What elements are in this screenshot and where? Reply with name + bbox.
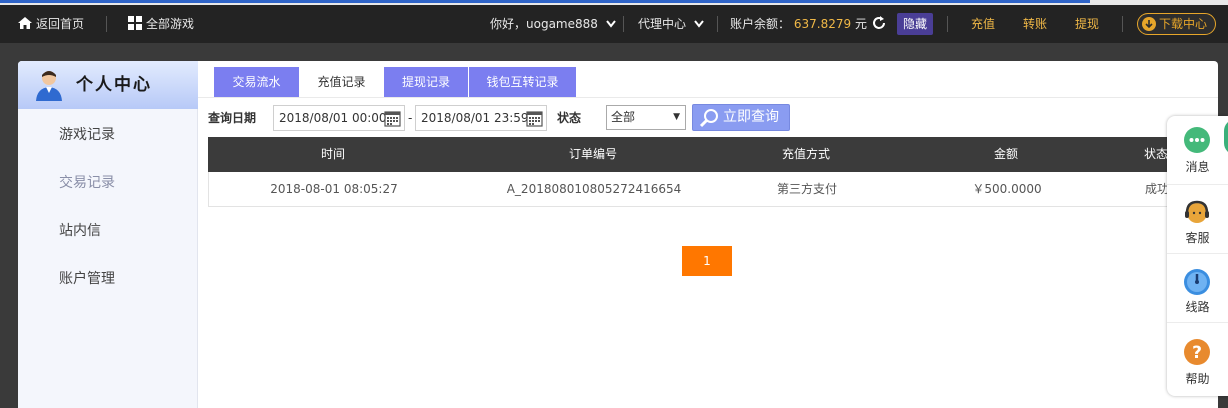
tab-wallet-transfer-records[interactable]: 钱包互转记录 <box>469 67 576 97</box>
route-icon <box>1184 269 1210 295</box>
status-select-value: 全部 <box>611 110 636 124</box>
download-label: 下载中心 <box>1159 17 1208 31</box>
date-filter-label: 查询日期 <box>208 111 257 125</box>
user-avatar-icon <box>36 71 62 101</box>
refresh-balance-button[interactable] <box>871 5 887 43</box>
dropdown-arrow-icon: ▼ <box>673 112 680 122</box>
float-item-messages[interactable]: 消息 <box>1167 116 1228 184</box>
balance-value: 637.8279 <box>793 17 852 31</box>
column-header-time: 时间 <box>320 147 345 161</box>
calendar-icon[interactable] <box>384 110 401 127</box>
message-icon <box>1184 127 1210 153</box>
sidebar-item-inbox[interactable]: 站内信 <box>59 220 101 240</box>
end-date-value: 2018/08/01 23:59 <box>421 111 529 125</box>
customer-service-icon <box>1185 200 1209 223</box>
cell-amount: ￥500.0000 <box>972 182 1042 196</box>
header-divider <box>717 16 718 32</box>
table-row: 2018-08-01 08:05:27 A_201808010805272416… <box>208 172 1218 207</box>
float-label-customer-service: 客服 <box>1185 231 1210 245</box>
status-select[interactable]: 全部 ▼ <box>606 105 686 130</box>
float-item-help[interactable]: ? 帮助 <box>1167 323 1228 396</box>
query-button[interactable]: 立即查询 <box>692 104 790 131</box>
balance-unit: 元 <box>854 17 867 31</box>
all-games-link[interactable]: 全部游戏 <box>128 5 194 43</box>
tab-recharge-records[interactable]: 充值记录 <box>299 67 384 97</box>
sidebar-item-account-management[interactable]: 账户管理 <box>59 268 115 288</box>
header-divider <box>106 16 107 32</box>
float-item-route[interactable]: 线路 <box>1167 254 1228 322</box>
help-icon: ? <box>1184 339 1210 365</box>
all-games-label: 全部游戏 <box>146 17 195 31</box>
column-header-amount: 金额 <box>993 147 1018 161</box>
status-filter-label: 状态 <box>557 111 582 125</box>
download-icon <box>1142 17 1156 31</box>
browser-selection-bar <box>0 0 1090 3</box>
agent-center-label: 代理中心 <box>638 17 687 31</box>
right-float-toolbar: 消息 客服 线路 ? 帮助 <box>1167 116 1228 396</box>
sidebar-header: 个人中心 <box>18 61 198 109</box>
chevron-down-icon <box>694 20 704 28</box>
user-menu[interactable]: 你好，uogame888 <box>490 5 616 43</box>
download-center-button[interactable]: 下载中心 <box>1137 13 1217 35</box>
float-label-help: 帮助 <box>1185 372 1210 386</box>
search-icon <box>699 109 718 128</box>
refresh-icon <box>873 16 885 29</box>
home-link[interactable]: 返回首页 <box>18 5 84 43</box>
float-item-customer-service[interactable]: 客服 <box>1167 185 1228 253</box>
cell-recharge-method: 第三方支付 <box>776 182 837 196</box>
header-divider <box>1122 16 1123 32</box>
sidebar: 个人中心 游戏记录 交易记录 站内信 账户管理 <box>18 61 198 408</box>
tab-withdraw-records[interactable]: 提现记录 <box>384 67 468 97</box>
tab-divider <box>198 97 1218 98</box>
column-header-order-number: 订单编号 <box>568 147 617 161</box>
start-date-value: 2018/08/01 00:00 <box>279 111 387 125</box>
header-divider <box>623 16 624 32</box>
tab-transaction-flow[interactable]: 交易流水 <box>214 67 299 97</box>
balance-label: 账户余额： <box>730 17 791 31</box>
grid-icon <box>128 16 142 30</box>
table-header: 时间 订单编号 充值方式 金额 状态 <box>208 137 1218 172</box>
home-label: 返回首页 <box>36 17 85 31</box>
svg-text:?: ? <box>1192 343 1202 363</box>
sidebar-item-game-records[interactable]: 游戏记录 <box>59 124 115 144</box>
float-label-route: 线路 <box>1185 300 1210 314</box>
end-date-input[interactable]: 2018/08/01 23:59 <box>415 105 547 131</box>
top-header: 返回首页 全部游戏 你好，uogame888 代理中心 账户余额： 637.82… <box>0 5 1228 43</box>
sidebar-title: 个人中心 <box>76 75 152 95</box>
header-divider <box>947 16 948 32</box>
cell-time: 2018-08-01 08:05:27 <box>270 182 398 196</box>
hide-balance-button[interactable]: 隐藏 <box>897 13 934 35</box>
calendar-icon[interactable] <box>526 110 543 127</box>
cell-order-number: A_201808010805272416654 <box>506 182 682 196</box>
agent-center-menu[interactable]: 代理中心 <box>638 5 704 43</box>
float-label-messages: 消息 <box>1185 160 1210 174</box>
sidebar-item-transaction-records[interactable]: 交易记录 <box>59 172 115 192</box>
recharge-link[interactable]: 充值 <box>971 5 995 43</box>
column-header-recharge-method: 充值方式 <box>781 147 830 161</box>
date-separator: - <box>408 111 413 125</box>
transfer-link[interactable]: 转账 <box>1023 5 1047 43</box>
home-icon <box>18 17 32 29</box>
balance-display: 账户余额： 637.8279 元 <box>730 5 867 43</box>
chevron-down-icon <box>605 20 616 28</box>
start-date-input[interactable]: 2018/08/01 00:00 <box>273 105 405 131</box>
withdraw-link[interactable]: 提现 <box>1075 5 1099 43</box>
query-button-label: 立即查询 <box>723 109 779 125</box>
pagination-page-button[interactable]: 1 <box>682 246 732 276</box>
main-panel: 个人中心 游戏记录 交易记录 站内信 账户管理 交易流水 充值记录 提现记录 钱… <box>18 61 1218 408</box>
greeting-text: 你好，uogame888 <box>490 17 598 31</box>
